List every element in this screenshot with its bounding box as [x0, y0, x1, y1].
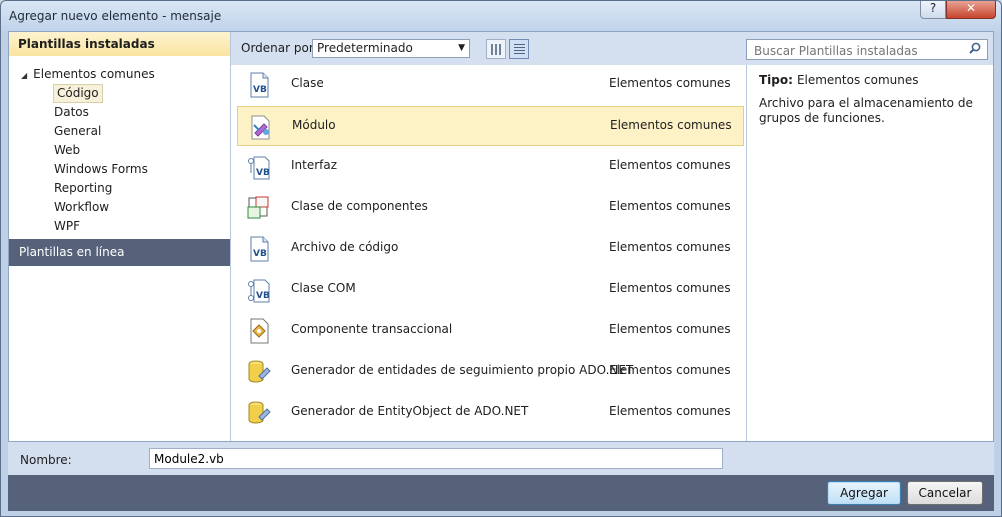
installed-templates-header[interactable]: Plantillas instaladas [9, 32, 230, 56]
template-description: Archivo para el almacenamiento de grupos… [759, 96, 973, 125]
search-toolbar [746, 32, 993, 65]
dialog-footer: Agregar Cancelar [8, 475, 994, 511]
template-row-generador-seguimiento-propio[interactable]: Generador de entidades de seguimiento pr… [237, 352, 744, 392]
tree-item-datos[interactable]: Datos [54, 103, 89, 122]
template-name: Generador de entidades de seguimiento pr… [291, 363, 634, 377]
database-generator-icon [248, 401, 271, 424]
template-row-clase-com[interactable]: VB Clase COM Elementos comunes [237, 270, 744, 310]
tree-item-codigo[interactable]: Código [53, 84, 103, 103]
tree-item-reporting[interactable]: Reporting [54, 179, 112, 198]
template-name: Generador de EntityObject de ADO.NET [291, 404, 529, 418]
component-class-icon [247, 196, 269, 219]
name-label: Nombre: [20, 453, 72, 467]
template-row-interfaz[interactable]: VB Interfaz Elementos comunes [237, 147, 744, 187]
tree-node-label: Elementos comunes [33, 67, 155, 81]
title-bar[interactable]: Agregar nuevo elemento - mensaje ? ✕ [1, 1, 1001, 31]
sort-label: Ordenar por: [241, 41, 318, 55]
online-templates-item[interactable]: Plantillas en línea [9, 239, 230, 266]
template-type: Tipo: Elementos comunes [759, 73, 919, 87]
vb-interface-icon: VB [248, 156, 270, 180]
template-category: Elementos comunes [609, 158, 731, 172]
add-button[interactable]: Agregar [827, 481, 901, 505]
template-name: Archivo de código [291, 240, 399, 254]
tree-item-web[interactable]: Web [54, 141, 80, 160]
search-box[interactable] [746, 39, 988, 60]
tree-item-workflow[interactable]: Workflow [54, 198, 109, 217]
medium-icons-view-button[interactable] [486, 39, 506, 59]
type-label: Tipo: [759, 73, 793, 87]
details-view-button[interactable] [509, 39, 529, 59]
type-value: Elementos comunes [796, 73, 919, 87]
svg-text:VB: VB [253, 85, 267, 95]
sort-dropdown[interactable]: Predeterminado ▼ [312, 39, 470, 58]
svg-text:VB: VB [253, 249, 267, 259]
dialog-content: Plantillas instaladas ◢ Elementos comunes… [8, 31, 994, 442]
help-button[interactable]: ? [920, 1, 946, 19]
template-name: Módulo [292, 118, 336, 132]
template-row-clase-de-componentes[interactable]: Clase de componentes Elementos comunes [237, 188, 744, 228]
search-icon[interactable] [969, 42, 981, 54]
module-icon [251, 115, 270, 140]
template-details-panel: Tipo: Elementos comunes Archivo para el a… [746, 65, 993, 441]
svg-text:VB: VB [256, 168, 270, 178]
template-category: Elementos comunes [610, 118, 732, 132]
grid-view-icon [491, 44, 502, 55]
database-generator-icon [248, 360, 271, 383]
add-new-item-dialog: Agregar nuevo elemento - mensaje ? ✕ Pla… [0, 0, 1002, 517]
template-name: Interfaz [291, 158, 338, 172]
template-name: Componente transaccional [291, 322, 453, 336]
tree-item-wpf[interactable]: WPF [54, 217, 80, 236]
list-view-icon [514, 44, 525, 55]
svg-text:VB: VB [256, 291, 270, 301]
template-row-archivo-de-codigo[interactable]: VB Archivo de código Elementos comunes [237, 229, 744, 269]
template-category: Elementos comunes [609, 322, 731, 336]
template-name: Clase [291, 76, 324, 90]
code-file-icon: VB [250, 236, 269, 262]
template-category: Elementos comunes [609, 76, 731, 90]
template-category: Elementos comunes [609, 240, 731, 254]
template-row-generador-entityobject[interactable]: Generador de EntityObject de ADO.NET Ele… [237, 393, 744, 433]
sort-value: Predeterminado [317, 41, 413, 55]
template-row-modulo[interactable]: Módulo Elementos comunes [237, 106, 744, 146]
expand-arrow-icon[interactable]: ◢ [21, 71, 27, 80]
template-tree-panel: Plantillas instaladas ◢ Elementos comunes… [9, 32, 231, 441]
tree-node-elementos-comunes[interactable]: ◢ Elementos comunes [21, 65, 155, 83]
window-title: Agregar nuevo elemento - mensaje [9, 9, 222, 23]
dropdown-arrow-icon: ▼ [458, 43, 465, 53]
close-button[interactable]: ✕ [946, 1, 996, 19]
template-row-componente-transaccional[interactable]: Componente transaccional Elementos comun… [237, 311, 744, 351]
template-name: Clase COM [291, 281, 356, 295]
search-input[interactable] [752, 41, 956, 60]
vb-class-icon: VB [250, 72, 269, 98]
template-list: VB Clase Elementos comunes Módulo Elemen… [231, 65, 746, 441]
template-row-clase[interactable]: VB Clase Elementos comunes [237, 65, 744, 105]
com-class-icon: VB [248, 279, 270, 303]
tree-item-windows-forms[interactable]: Windows Forms [54, 160, 148, 179]
name-bar: Nombre: [8, 442, 994, 475]
name-input[interactable] [149, 448, 723, 469]
tree-item-general[interactable]: General [54, 122, 101, 141]
cancel-button[interactable]: Cancelar [907, 481, 983, 505]
list-toolbar: Ordenar por: Predeterminado ▼ [231, 32, 746, 65]
template-category: Elementos comunes [609, 363, 731, 377]
template-name: Clase de componentes [291, 199, 428, 213]
template-category: Elementos comunes [609, 281, 731, 295]
template-category: Elementos comunes [609, 404, 731, 418]
template-category: Elementos comunes [609, 199, 731, 213]
transactional-component-icon [250, 318, 269, 344]
